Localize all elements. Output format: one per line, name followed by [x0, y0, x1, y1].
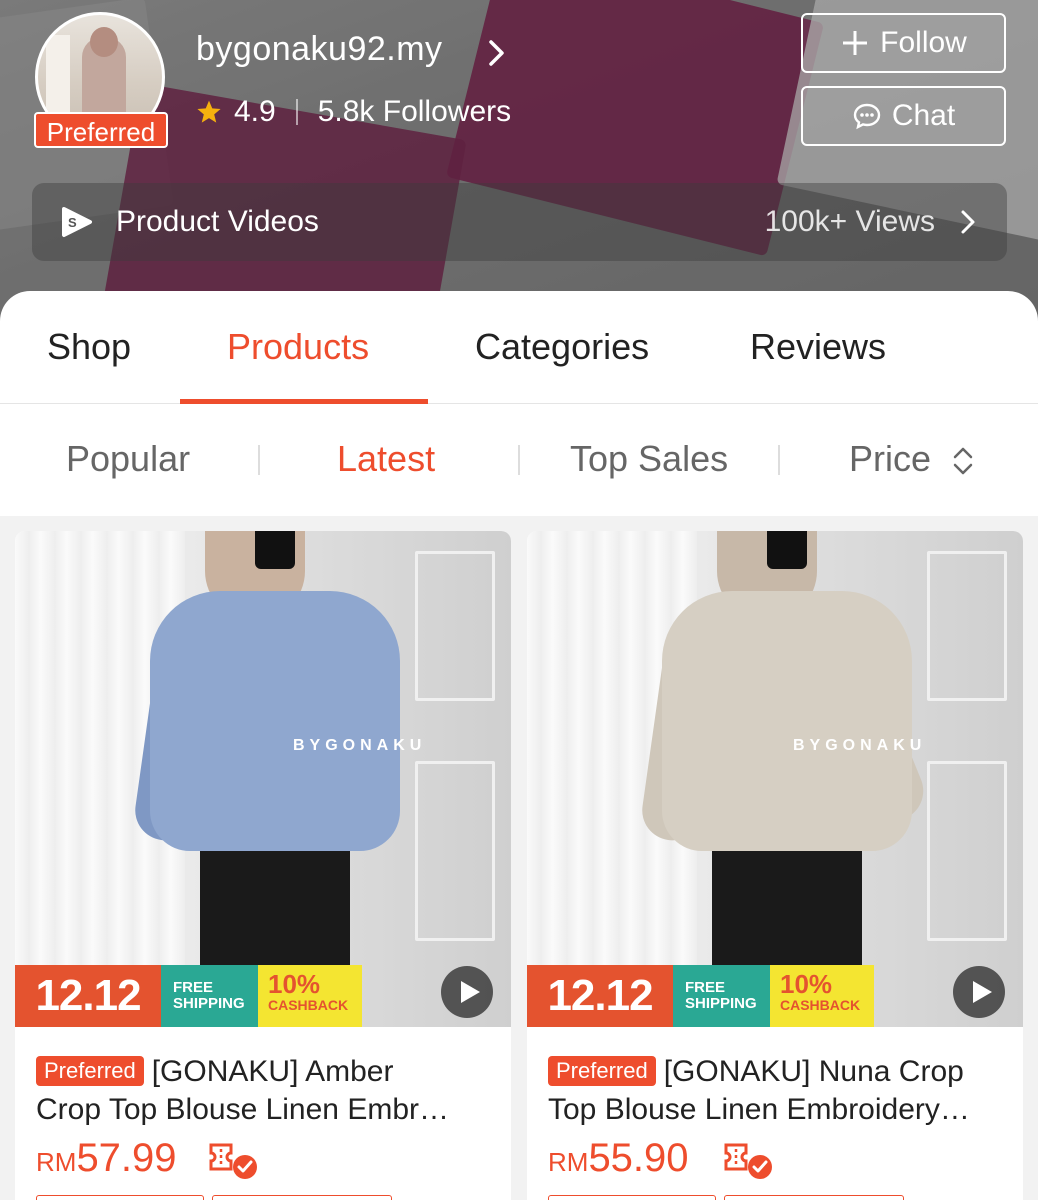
product-tag [36, 1195, 204, 1200]
shopee-video-icon: S [62, 207, 92, 237]
shop-rating: 4.9 [234, 95, 276, 128]
chat-bubble-icon [853, 103, 881, 130]
promo-cashback-pct: 10% [780, 969, 833, 999]
voucher-check-icon [724, 1143, 772, 1179]
product-videos-bar[interactable]: S Product Videos 100k+ Views [32, 183, 1007, 261]
product-title[interactable]: Preferred [GONAKU] Amber Crop Top Blouse … [36, 1053, 486, 1129]
preferred-badge: Preferred [548, 1056, 656, 1086]
tab-reviews[interactable]: Reviews [750, 326, 886, 368]
product-title-line2: Crop Top Blouse Linen Embr… [36, 1093, 449, 1126]
product-tag [548, 1195, 716, 1200]
promo-cashback: 10% CASHBACK [258, 965, 362, 1027]
shop-stats: 4.9 5.8k Followers [196, 95, 511, 129]
product-image-bg [415, 551, 495, 701]
sort-arrows-icon [953, 448, 973, 475]
chevron-right-icon [961, 210, 975, 234]
product-watermark: BYGONAKU [293, 737, 427, 754]
svg-text:S: S [68, 215, 77, 230]
chevron-right-icon[interactable] [486, 38, 508, 68]
shop-header-banner: Preferred bygonaku92.my 4.9 5.8k Followe… [0, 0, 1038, 330]
product-tag [724, 1195, 904, 1200]
product-title-line2: Top Blouse Linen Embroidery… [548, 1093, 970, 1126]
promo-cashback-pct: 10% [268, 969, 321, 999]
preferred-badge: Preferred [34, 112, 168, 148]
shop-content-panel: Shop Products Categories Reviews Popular… [0, 291, 1038, 516]
product-videos-views: 100k+ Views [764, 205, 935, 238]
play-video-button[interactable] [953, 966, 1005, 1018]
sort-price[interactable]: Price [849, 438, 975, 480]
product-image: BYGONAKU 12.12 FREE SHIPPING 10% CASHBAC… [527, 531, 1023, 1027]
stat-divider [295, 99, 298, 125]
product-title[interactable]: Preferred [GONAKU] Nuna Crop Top Blouse L… [548, 1053, 998, 1129]
sort-divider [518, 445, 520, 475]
price-currency: RM [548, 1147, 589, 1177]
plus-icon [843, 31, 868, 55]
sort-popular[interactable]: Popular [66, 438, 190, 480]
product-image-bg [927, 761, 1007, 941]
product-image-figure [150, 591, 400, 851]
follow-button[interactable]: Follow [801, 13, 1006, 73]
chat-label: Chat [891, 99, 956, 132]
tab-categories[interactable]: Categories [475, 326, 649, 368]
product-videos-label: Product Videos [116, 205, 319, 238]
active-tab-indicator [180, 399, 428, 404]
product-price: RM57.99 [36, 1136, 177, 1181]
price-currency: RM [36, 1147, 77, 1177]
promo-cashback: 10% CASHBACK [770, 965, 874, 1027]
voucher-check-icon [209, 1143, 257, 1179]
product-title-line1: [GONAKU] Amber [151, 1055, 394, 1088]
shop-tabs: Shop Products Categories Reviews [0, 291, 1038, 404]
shop-followers: 5.8k Followers [317, 95, 512, 128]
star-icon [197, 100, 221, 123]
sort-top-sales[interactable]: Top Sales [570, 438, 728, 480]
product-image-figure [767, 531, 807, 569]
play-icon [973, 981, 992, 1003]
sort-divider [778, 445, 780, 475]
product-tag [212, 1195, 392, 1200]
product-card[interactable]: BYGONAKU 12.12 FREE SHIPPING 10% CASHBAC… [527, 531, 1023, 1200]
product-image-bg [415, 761, 495, 941]
product-image-figure [255, 531, 295, 569]
product-watermark: BYGONAKU [793, 737, 927, 754]
sort-latest[interactable]: Latest [337, 438, 435, 480]
preferred-badge: Preferred [36, 1056, 144, 1086]
product-image: BYGONAKU 12.12 FREE SHIPPING 10% CASHBAC… [15, 531, 511, 1027]
promo-sale: 12.12 [15, 965, 161, 1027]
price-amount: 55.90 [588, 1136, 689, 1180]
product-image-figure [662, 591, 912, 851]
promo-cashback-label: CASHBACK [780, 997, 861, 1013]
promo-cashback-label: CASHBACK [268, 997, 349, 1013]
tab-products[interactable]: Products [227, 326, 369, 368]
sort-price-label: Price [849, 438, 932, 479]
product-image-bg [927, 551, 1007, 701]
promo-free-shipping: FREE SHIPPING [673, 965, 770, 1027]
sort-divider [258, 445, 260, 475]
product-title-line1: [GONAKU] Nuna Crop [663, 1055, 964, 1088]
avatar-figure [90, 27, 118, 57]
promo-banner: 12.12 FREE SHIPPING 10% CASHBACK [15, 965, 362, 1027]
play-icon [461, 981, 480, 1003]
price-amount: 57.99 [76, 1136, 177, 1180]
follow-label: Follow [880, 26, 967, 59]
shop-name[interactable]: bygonaku92.my [196, 30, 443, 69]
product-price: RM55.90 [548, 1136, 689, 1181]
chat-button[interactable]: Chat [801, 86, 1006, 146]
tab-shop[interactable]: Shop [47, 326, 131, 368]
play-video-button[interactable] [441, 966, 493, 1018]
product-card[interactable]: BYGONAKU 12.12 FREE SHIPPING 10% CASHBAC… [15, 531, 511, 1200]
promo-free-shipping: FREE SHIPPING [161, 965, 258, 1027]
promo-banner: 12.12 FREE SHIPPING 10% CASHBACK [527, 965, 874, 1027]
promo-sale: 12.12 [527, 965, 673, 1027]
